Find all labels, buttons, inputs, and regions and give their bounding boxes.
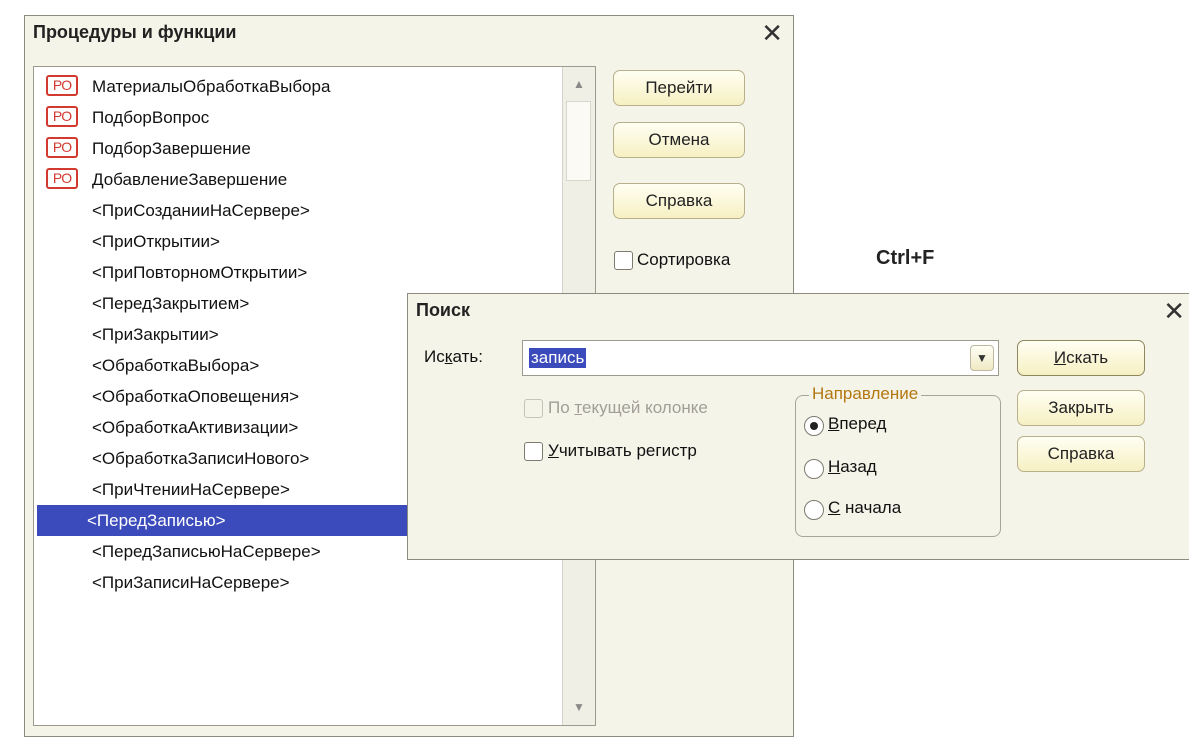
procedure-icon: PO (46, 168, 78, 189)
list-item[interactable]: <ПриОткрытии> (42, 226, 562, 257)
search-dialog-titlebar[interactable]: Поиск ✕ (408, 294, 1189, 328)
close-button-label: Закрыть (1048, 398, 1114, 417)
search-help-button-label: Справка (1047, 444, 1115, 463)
current-column-label: По текущей колонке (548, 398, 708, 417)
procedures-dialog-titlebar[interactable]: Процедуры и функции ✕ (25, 16, 793, 50)
direction-group-title: Направление (809, 384, 922, 404)
find-button[interactable]: Искать (1017, 340, 1145, 376)
chevron-down-icon[interactable]: ▼ (970, 345, 994, 371)
procedure-icon: PO (46, 137, 78, 158)
direction-back-label: Назад (828, 457, 877, 476)
direction-back-radio[interactable] (804, 459, 824, 479)
procedure-icon: PO (46, 75, 78, 96)
search-dialog-title: Поиск (416, 300, 471, 320)
direction-forward-radio[interactable] (804, 416, 824, 436)
close-icon[interactable]: ✕ (761, 18, 783, 48)
search-input[interactable]: запись ▼ (522, 340, 999, 376)
list-item[interactable]: PO ПодборВопрос (42, 102, 562, 133)
procedure-icon: PO (46, 106, 78, 127)
list-item[interactable]: <ПриЗаписиНаСервере> (42, 567, 562, 598)
list-item[interactable]: <ПриСозданииНаСервере> (42, 195, 562, 226)
search-input-value: запись (529, 348, 587, 368)
scroll-down-icon[interactable]: ▼ (567, 695, 591, 719)
shortcut-hint: Ctrl+F (876, 247, 935, 269)
list-item[interactable]: <ПриПовторномОткрытии> (42, 257, 562, 288)
search-help-button[interactable]: Справка (1017, 436, 1145, 472)
radio-selected-dot (810, 422, 818, 430)
direction-start-label: С начала (828, 498, 902, 517)
scroll-thumb[interactable] (566, 101, 591, 181)
list-item[interactable]: PO МатериалыОбработкаВыбора (42, 71, 562, 102)
goto-button-label: Перейти (645, 78, 713, 97)
scroll-up-icon[interactable]: ▲ (567, 72, 591, 96)
find-label: Искать: (424, 347, 483, 366)
list-item-label: ДобавлениеЗавершение (92, 170, 288, 189)
list-item-label: <ПриЗаписиНаСервере> (92, 573, 290, 592)
sort-label: Сортировка (637, 250, 731, 269)
help-button-label: Справка (645, 191, 713, 210)
close-icon[interactable]: ✕ (1163, 296, 1185, 326)
direction-forward-label: Вперед (828, 414, 887, 433)
list-item-label: <ПриОткрытии> (92, 232, 220, 251)
case-sensitive-label: Учитывать регистр (548, 441, 697, 460)
goto-button[interactable]: Перейти (613, 70, 745, 106)
direction-start-radio[interactable] (804, 500, 824, 520)
case-sensitive-checkbox[interactable] (524, 442, 543, 461)
list-item-label: <ПриСозданииНаСервере> (92, 201, 310, 220)
sort-checkbox[interactable] (614, 251, 633, 270)
cancel-button-label: Отмена (648, 130, 710, 149)
help-button[interactable]: Справка (613, 183, 745, 219)
list-item-label: <ПриПовторномОткрытии> (92, 263, 308, 282)
close-button[interactable]: Закрыть (1017, 390, 1145, 426)
list-item[interactable]: PO ДобавлениеЗавершение (42, 164, 562, 195)
list-item-label: МатериалыОбработкаВыбора (92, 77, 331, 96)
current-column-checkbox (524, 399, 543, 418)
list-item-label: ПодборЗавершение (92, 139, 251, 158)
procedures-dialog-title: Процедуры и функции (33, 22, 237, 42)
cancel-button[interactable]: Отмена (613, 122, 745, 158)
list-item[interactable]: PO ПодборЗавершение (42, 133, 562, 164)
list-item-label: ПодборВопрос (92, 108, 210, 127)
